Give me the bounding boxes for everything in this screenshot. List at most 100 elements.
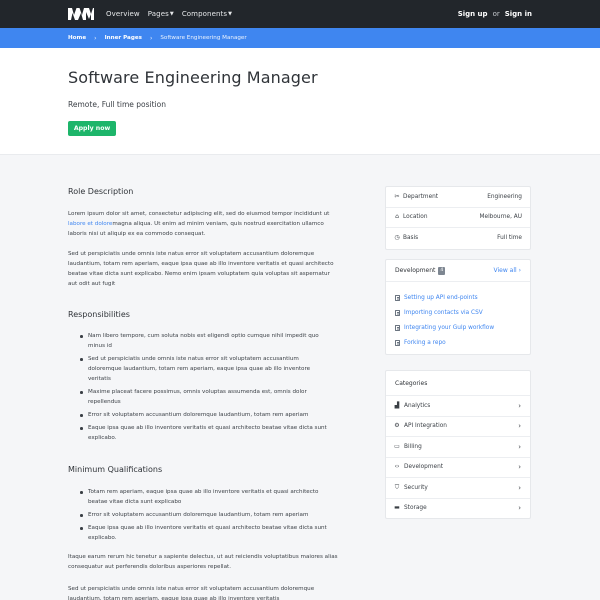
home-icon: ⌂ [395,213,399,221]
development-card-header: Development 4 View all › [386,260,530,282]
chevron-right-icon: › [518,267,521,274]
credit-card-icon: ▭ [394,442,400,450]
gear-icon: ⚙ [394,422,400,430]
qualifications-heading: Minimum Qualifications [68,465,163,474]
detail-department: ✂ Department Engineering [386,187,530,208]
responsibilities-heading: Responsibilities [68,310,130,319]
development-title: Development [395,267,436,274]
category-development[interactable]: ‹› Development › [386,456,530,478]
page-title: Software Engineering Manager [68,68,318,87]
breadcrumb-separator-icon: › [149,34,153,42]
breadcrumb-inner-pages[interactable]: Inner Pages [105,35,142,41]
qualifications-paragraph-1: Itaque earum rerum hic tenetur a sapient… [68,554,338,570]
detail-value: Full time [497,235,522,242]
document-icon [395,309,400,316]
chevron-right-icon: › [518,401,521,410]
nav-components-label: Components [181,10,228,18]
sign-up-link[interactable]: Sign up [458,10,488,18]
article-title: Integrating your Gulp workflow [404,324,495,331]
shield-icon: ⛉ [394,483,400,491]
development-card: Development 4 View all › Setting up API e… [385,259,531,355]
chevron-right-icon: › [518,483,521,492]
article-link[interactable]: Integrating your Gulp workflow [395,320,521,335]
category-label: API Integration [404,423,447,430]
document-icon [395,294,400,301]
category-analytics[interactable]: ▟ Analytics › [386,395,530,416]
category-label: Security [404,484,428,491]
role-text-a: Lorem ipsum dolor sit amet, consectetur … [68,211,330,217]
list-item: Nam libero tempore, cum soluta nobis est… [80,331,334,351]
breadcrumb-separator-icon: › [94,34,97,42]
auth-links: Sign up or Sign in [458,0,532,28]
list-item: Error sit voluptatem accusantium dolorem… [80,410,334,420]
category-label: Storage [404,505,427,512]
document-icon [395,339,400,346]
article-link[interactable]: Importing contacts via CSV [395,305,521,320]
category-security[interactable]: ⛉ Security › [386,477,530,498]
detail-label: Department [403,193,439,200]
chart-icon: ▟ [394,401,400,409]
chevron-right-icon: › [518,422,521,431]
role-paragraph-1: Lorem ipsum dolor sit amet, consectetur … [68,209,340,239]
position-subtitle: Remote, Full time position [68,100,166,109]
clock-icon: ◷ [394,234,400,242]
detail-location: ⌂ Location Melbourne, AU [386,208,530,228]
role-paragraph-2: Sed ut perspiciatis unde omnis iste natu… [68,251,334,287]
category-storage[interactable]: ▬ Storage › [386,497,530,519]
list-item: Eaque ipsa quae ab illo inventore verita… [80,523,334,543]
development-articles: Setting up API end-points Importing cont… [386,282,530,354]
view-all-label: View all [493,267,517,274]
or-text: or [492,10,500,18]
breadcrumb: Home › Inner Pages › Software Engineerin… [0,28,600,48]
nav-pages[interactable]: Pages▼ [148,10,174,18]
category-label: Development [404,464,444,471]
detail-label: Basis [403,235,419,242]
category-label: Analytics [404,402,431,409]
apply-now-button[interactable]: Apply now [68,121,116,136]
view-all-link[interactable]: View all › [494,267,521,274]
list-item: Maxime placeat facere possimus, omnis vo… [80,387,334,407]
sign-in-link[interactable]: Sign in [505,10,532,18]
top-navbar: Overview Pages▼ Components▼ Sign up or S… [0,0,600,28]
nav-components[interactable]: Components▼ [182,10,232,18]
chevron-right-icon: › [518,442,521,451]
category-api-integration[interactable]: ⚙ API Integration › [386,415,530,437]
article-link[interactable]: Setting up API end-points [395,290,521,305]
primary-nav: Overview Pages▼ Components▼ [106,0,232,28]
qualifications-list: Totam rem aperiam, eaque ipsa quae ab il… [80,487,334,546]
detail-value: Melbourne, AU [479,214,523,221]
page-header: Software Engineering Manager Remote, Ful… [0,48,600,155]
detail-label: Location [403,214,428,221]
category-billing[interactable]: ▭ Billing › [386,436,530,457]
chevron-right-icon: › [518,463,521,472]
responsibilities-list: Nam libero tempore, cum soluta nobis est… [80,331,334,446]
article-title: Forking a repo [404,339,446,346]
code-icon: ‹› [394,463,400,471]
article-title: Setting up API end-points [404,294,478,301]
article-link[interactable]: Forking a repo [395,335,521,350]
chevron-right-icon: › [518,504,521,513]
category-label: Billing [404,443,422,450]
article-title: Importing contacts via CSV [404,309,483,316]
chevron-down-icon: ▼ [228,11,233,17]
role-description-heading: Role Description [68,187,134,196]
list-item: Error sit voluptatem accusantium dolorem… [80,510,334,520]
categories-header: Categories [386,371,530,395]
folder-icon: ▬ [394,504,400,512]
list-item: Totam rem aperiam, eaque ipsa quae ab il… [80,487,334,507]
categories-card: Categories ▟ Analytics › ⚙ API Integration… [385,370,531,519]
inline-link[interactable]: labore et dolore [68,221,112,227]
nav-pages-label: Pages [147,10,169,18]
qualifications-paragraph-2: Sed ut perspiciatis unde omnis iste natu… [68,586,315,600]
brand-logo-icon[interactable] [68,8,94,20]
tools-icon: ✂ [394,192,400,200]
breadcrumb-current: Software Engineering Manager [160,35,247,41]
categories-title: Categories [395,379,428,387]
job-details-card: ✂ Department Engineering ⌂ Location Melbou… [385,186,531,250]
chevron-down-icon: ▼ [169,11,174,17]
job-description: Role Description Lorem ipsum dolor sit a… [68,155,340,600]
nav-overview[interactable]: Overview [106,10,140,18]
breadcrumb-home[interactable]: Home [68,35,86,41]
list-item: Sed ut perspiciatis unde omnis iste natu… [80,354,334,384]
detail-value: Engineering [487,193,522,200]
